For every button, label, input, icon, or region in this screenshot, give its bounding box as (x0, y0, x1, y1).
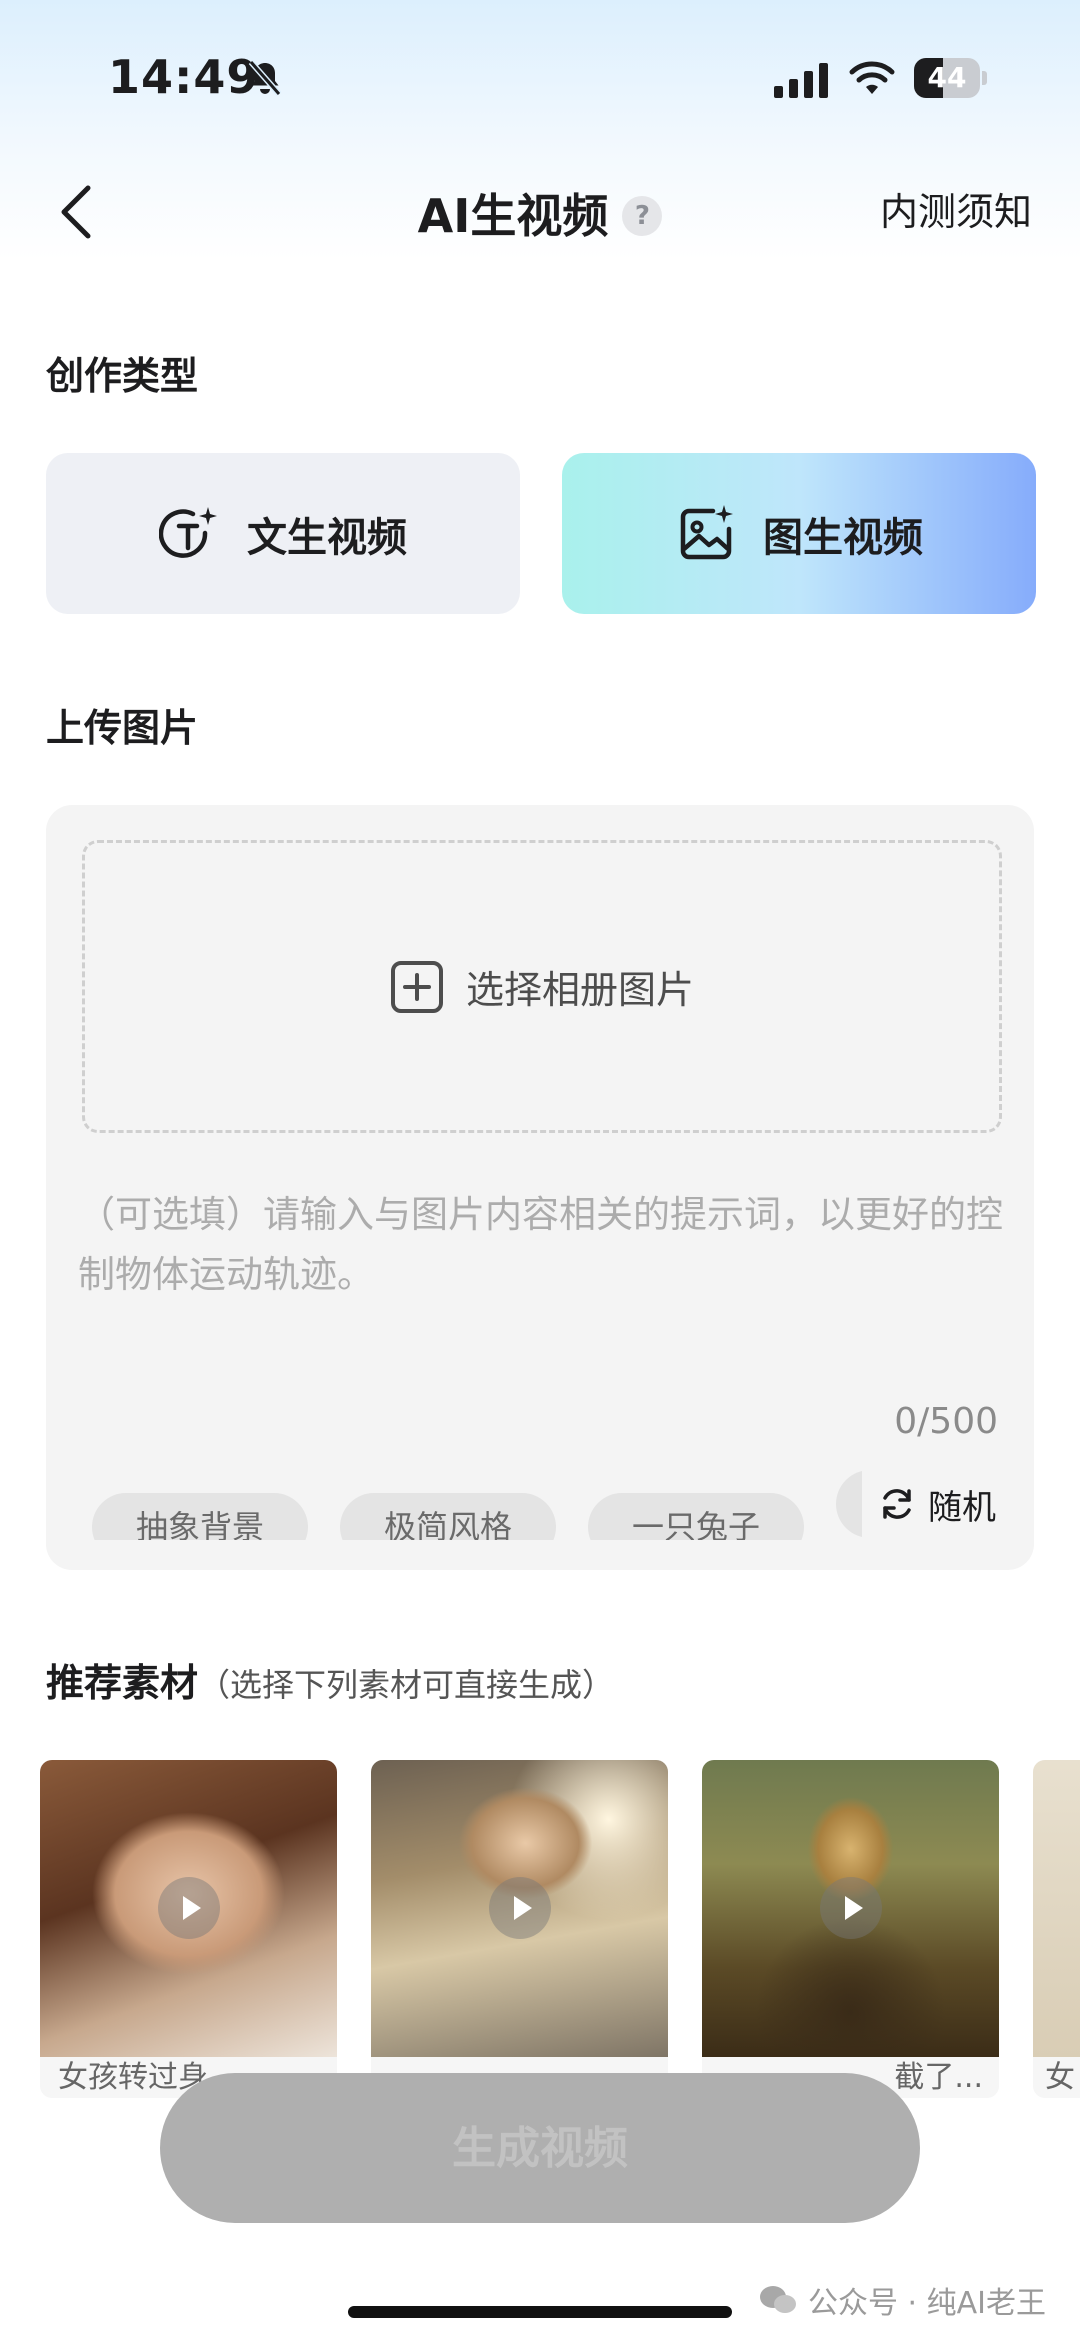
recommend-hint: （选择下列素材可直接生成） (198, 1666, 615, 1704)
home-indicator[interactable] (348, 2306, 732, 2318)
creation-type-label: 创作类型 (46, 354, 199, 398)
recommend-title: 推荐素材（选择下列素材可直接生成） (46, 1652, 614, 1707)
recommend-carousel: 女孩转过身 截了... 女 (40, 1760, 1080, 2100)
type-option-label: 图生视频 (763, 514, 923, 561)
image-sparkle-icon (680, 504, 733, 559)
bell-muted-icon (248, 60, 282, 96)
play-icon (820, 1877, 882, 1939)
help-icon[interactable]: ? (622, 195, 663, 236)
type-option-label: 文生视频 (247, 514, 407, 561)
type-option-text-to-video[interactable]: 文生视频 (46, 453, 520, 614)
random-prompt-button[interactable]: 随机 (878, 1470, 996, 1538)
page-title-text: AI生视频 (417, 188, 609, 243)
wechat-icon (760, 2286, 797, 2313)
recommend-item[interactable]: 女 (1033, 1760, 1080, 2098)
prompt-chip[interactable]: 一只兔子 (588, 1493, 805, 1540)
recommend-item[interactable]: 女孩转过身 (40, 1760, 337, 2098)
play-icon (489, 1877, 551, 1939)
watermark: 公众号 · 纯AI老王 (758, 2278, 1046, 2322)
select-album-image-button[interactable]: 选择相册图片 (82, 840, 1002, 1133)
play-icon (158, 1877, 220, 1939)
recommend-thumbnail (1033, 1760, 1080, 2057)
recommend-caption: 女 (1045, 2060, 1075, 2095)
watermark-text: 公众号 · 纯AI老王 (808, 2286, 1046, 2321)
prompt-input[interactable]: （可选填）请输入与图片内容相关的提示词，以更好的控制物体运动轨迹。 (78, 1185, 1008, 1305)
type-option-image-to-video[interactable]: 图生视频 (562, 453, 1036, 614)
plus-square-icon (390, 960, 443, 1013)
recommend-item[interactable] (371, 1760, 668, 2098)
prompt-suggestion-chips: 抽象背景 极简风格 一只兔子 (92, 1470, 862, 1540)
battery-percent: 44 (927, 61, 967, 94)
char-counter: 0/500 (894, 1401, 998, 1442)
beta-notice-link[interactable]: 内测须知 (880, 180, 1032, 244)
select-album-image-label: 选择相册图片 (465, 968, 694, 1012)
status-time: 14:49 (108, 50, 260, 104)
prompt-chip[interactable] (836, 1470, 862, 1538)
upload-label: 上传图片 (46, 706, 199, 750)
prompt-chip[interactable]: 极简风格 (340, 1493, 557, 1540)
signal-icon (774, 63, 828, 98)
upload-panel: 选择相册图片 （可选填）请输入与图片内容相关的提示词，以更好的控制物体运动轨迹。… (46, 805, 1034, 1570)
wifi-icon (849, 61, 895, 94)
recommend-title-text: 推荐素材 (46, 1661, 199, 1705)
prompt-chip[interactable]: 抽象背景 (92, 1493, 309, 1540)
status-bar: 14:49 44 (0, 0, 1080, 140)
generate-video-button[interactable]: 生成视频 (160, 2073, 920, 2223)
battery-icon: 44 (914, 58, 988, 98)
refresh-icon (883, 1489, 911, 1519)
text-sparkle-icon (159, 506, 217, 558)
recommend-item[interactable]: 截了... (702, 1760, 999, 2098)
random-label: 随机 (928, 1487, 996, 1528)
